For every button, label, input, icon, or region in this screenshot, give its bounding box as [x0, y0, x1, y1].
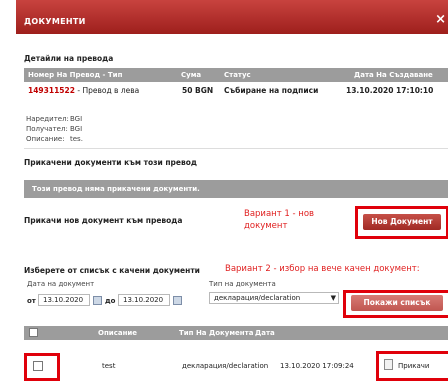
meta-sender-value: BGI: [70, 115, 83, 123]
date-from-label: от: [27, 297, 36, 305]
docs-table-header: Описание Тип На Документа Дата: [24, 326, 448, 340]
transfer-meta: Наредител:BGI Получател: BGI Описание: tes…: [26, 114, 83, 144]
document-row-checkbox[interactable]: [33, 361, 43, 371]
meta-recipient-value: BGI: [70, 125, 83, 133]
attach-label: Прикачи: [398, 362, 430, 370]
documents-dialog: ДОКУМЕНТИ × Детайли на превода Номер На …: [0, 0, 448, 392]
meta-sender-label: Наредител:: [26, 115, 69, 123]
from-list-label: Изберете от списък с качени документи: [24, 266, 200, 275]
col-doc-date: Дата: [255, 329, 275, 337]
date-to-input[interactable]: 13.10.2020: [118, 294, 170, 306]
col-amount: Сума: [181, 71, 202, 79]
calendar-to-icon[interactable]: [173, 296, 182, 305]
transfer-row: 149311522 - Превод в лева 50 BGN Събиран…: [24, 86, 448, 98]
attached-empty-text: Този превод няма прикачени документи.: [32, 185, 200, 193]
attached-empty-bar: Този превод няма прикачени документи.: [24, 180, 448, 198]
date-to-label: до: [105, 297, 116, 305]
close-icon[interactable]: ×: [435, 12, 446, 27]
select-all-checkbox[interactable]: [29, 328, 38, 337]
doc-type: декларация/declaration: [182, 362, 269, 370]
transfer-type: - Превод в лева: [74, 86, 140, 95]
document-icon: [384, 359, 393, 370]
transfer-number-link[interactable]: 149311522 - Превод в лева: [28, 86, 139, 95]
doc-date: 13.10.2020 17:09:24: [280, 362, 354, 370]
col-created: Дата На Създаване: [354, 71, 433, 79]
transfer-status: Събиране на подписи: [224, 86, 319, 95]
document-type-select[interactable]: декларация/declaration ▼: [209, 292, 339, 304]
transfer-created: 13.10.2020 17:10:10: [346, 86, 434, 95]
calendar-from-icon[interactable]: [93, 296, 102, 305]
meta-description-value: tes.: [70, 135, 83, 143]
show-list-button[interactable]: Покажи списък: [351, 295, 443, 311]
type-label: Тип на документа: [209, 280, 276, 288]
document-type-value: декларация/declaration: [214, 294, 301, 302]
attach-button[interactable]: Прикачи: [384, 359, 444, 373]
attach-new-label: Прикачи нов документ към превода: [24, 216, 183, 225]
transfer-amount: 50 BGN: [182, 86, 214, 95]
col-description: Описание: [98, 329, 138, 337]
col-status: Статус: [224, 71, 251, 79]
variant-2-note: Вариант 2 - избор на вече качен документ…: [225, 264, 420, 274]
doc-description: test: [102, 362, 116, 370]
meta-recipient-label: Получател:: [26, 125, 68, 133]
dialog-title: ДОКУМЕНТИ: [24, 17, 86, 26]
date-label: Дата на документ: [27, 280, 95, 288]
details-heading: Детайли на превода: [24, 54, 114, 63]
attached-heading: Прикачени документи към този превод: [24, 158, 197, 167]
transfer-number[interactable]: 149311522: [28, 86, 75, 95]
dialog-titlebar: ДОКУМЕНТИ ×: [16, 0, 448, 34]
col-doc-type: Тип На Документа: [179, 329, 254, 337]
meta-description-label: Описание:: [26, 135, 65, 143]
date-from-input[interactable]: 13.10.2020: [38, 294, 90, 306]
details-table-header: Номер На Превод - Тип Сума Статус Дата Н…: [24, 68, 448, 82]
col-number-type: Номер На Превод - Тип: [28, 71, 123, 79]
variant-1-note: Вариант 1 - нов документ: [244, 209, 315, 231]
divider: [24, 148, 448, 149]
chevron-down-icon: ▼: [330, 294, 336, 302]
new-document-button[interactable]: Нов Документ: [363, 214, 441, 230]
